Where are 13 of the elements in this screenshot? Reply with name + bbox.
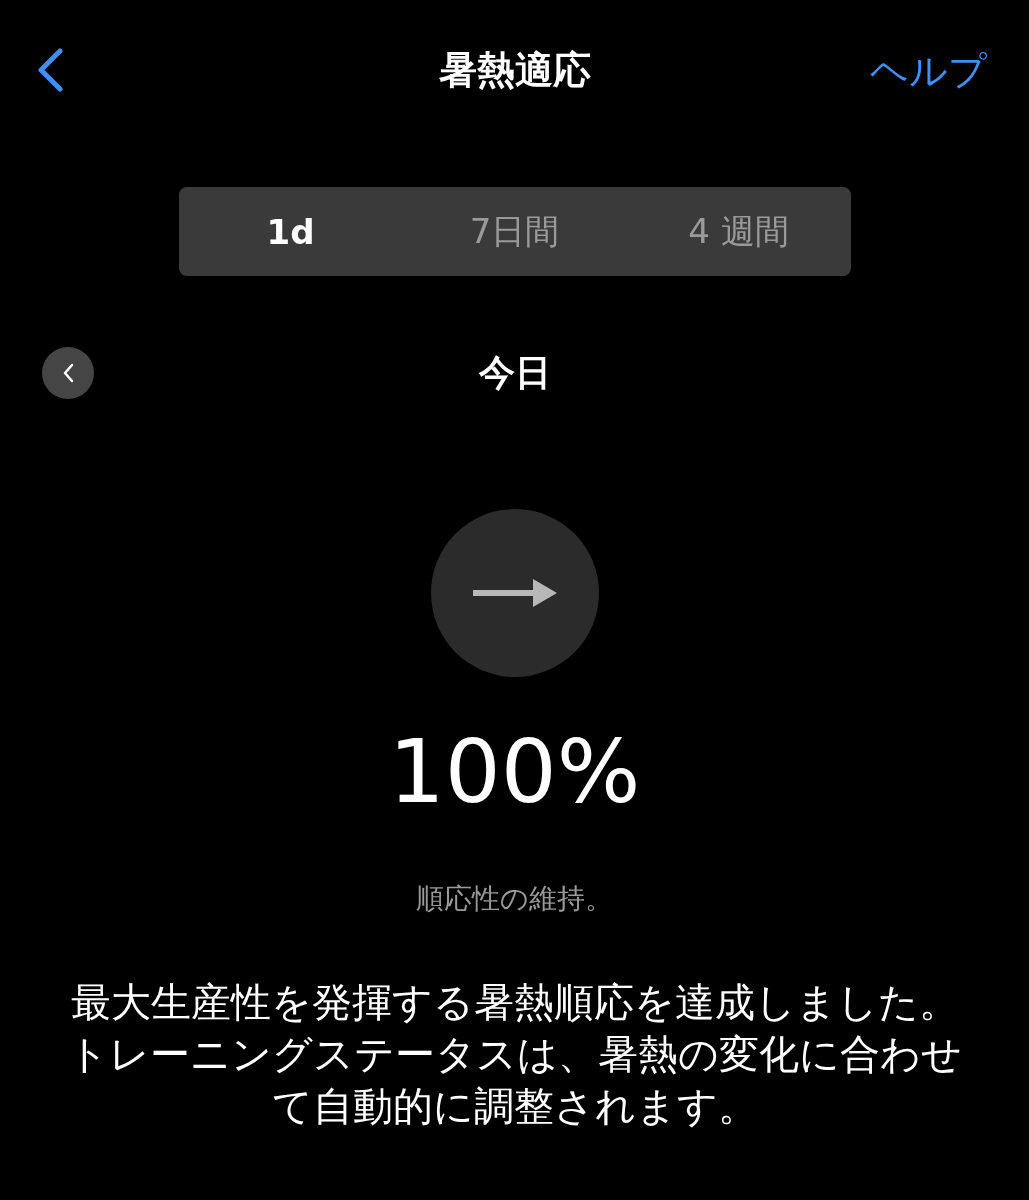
period-tab[interactable]: 7日間 (402, 187, 627, 276)
status-text: 順応性の維持。 (416, 881, 613, 917)
description-text: 最大生産性を発揮する暑熱順応を達成しました。トレーニングステータスは、暑熱の変化に合わせて自動的に調整されます。 (66, 978, 963, 1131)
previous-button[interactable] (42, 347, 94, 399)
chevron-left-icon (61, 362, 75, 384)
back-button[interactable] (36, 48, 64, 92)
chevron-left-icon (36, 48, 64, 92)
period-tab[interactable]: 4 週間 (626, 187, 851, 276)
help-link[interactable]: ヘルプ (870, 46, 987, 97)
percentage-value: 100% (388, 722, 641, 822)
period-tab[interactable]: 1d (178, 187, 403, 276)
page-title: 暑熱適応 (438, 46, 591, 94)
date-label: 今日 (478, 350, 551, 395)
